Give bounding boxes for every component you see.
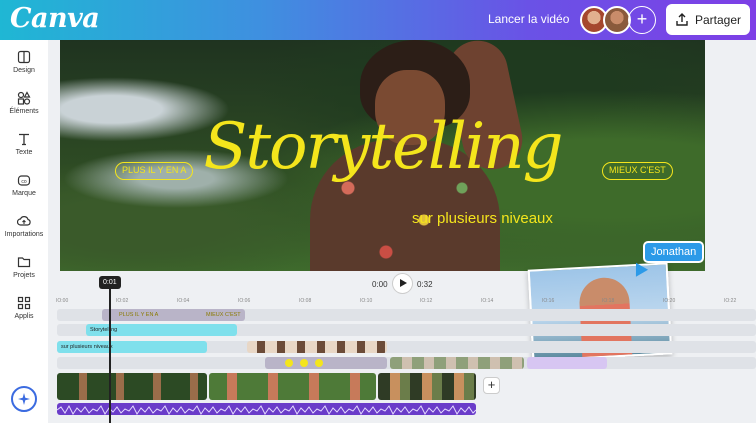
photo-strip-track[interactable] xyxy=(247,341,387,353)
timeline-ruler[interactable]: IO:00 IO:02 IO:04 IO:06 IO:08 IO:10 IO:1… xyxy=(56,298,756,308)
sidebar-item-apps[interactable]: Applis xyxy=(0,296,48,320)
left-sidebar: Design Éléments Texte co Marque Importat… xyxy=(0,40,48,423)
text-track-subtitle[interactable]: sur plusieurs niveaux xyxy=(57,341,207,353)
sidebar-item-design[interactable]: Design xyxy=(0,50,48,74)
current-time: 0:00 xyxy=(372,280,388,289)
ruler-tick: IO:00 xyxy=(56,298,69,304)
video-clip[interactable] xyxy=(378,373,476,400)
ruler-tick: IO:20 xyxy=(663,298,676,304)
ruler-tick: IO:18 xyxy=(602,298,615,304)
design-canvas[interactable]: Storytelling sur plusieurs niveaux PLUS … xyxy=(60,40,705,271)
magic-assistant-button[interactable] xyxy=(11,386,37,412)
empty-clip-slot[interactable] xyxy=(527,357,607,369)
track-label: PLUS IL Y EN A xyxy=(119,312,159,318)
total-duration: 0:32 xyxy=(417,280,433,289)
waveform-icon xyxy=(56,404,477,415)
sidebar-item-label: Marque xyxy=(12,190,36,197)
graphic-track[interactable] xyxy=(265,357,387,369)
pills-track[interactable]: PLUS IL Y EN A MIEUX C'EST xyxy=(102,309,245,321)
sun-sticker-icon xyxy=(315,359,323,367)
ruler-tick: IO:08 xyxy=(299,298,312,304)
ruler-tick: IO:02 xyxy=(116,298,129,304)
layout-icon xyxy=(17,50,31,64)
share-upload-icon xyxy=(676,12,688,26)
shapes-icon xyxy=(17,91,31,105)
sidebar-item-uploads[interactable]: Importations xyxy=(0,214,48,238)
ruler-tick: IO:06 xyxy=(238,298,251,304)
sidebar-item-label: Éléments xyxy=(9,108,39,115)
canvas-pill-right[interactable]: MIEUX C'EST xyxy=(602,162,673,180)
ruler-tick: IO:10 xyxy=(360,298,373,304)
ruler-tick: IO:04 xyxy=(177,298,190,304)
collaborator-avatar[interactable] xyxy=(603,6,631,34)
canvas-subtitle[interactable]: sur plusieurs niveaux xyxy=(412,210,553,227)
sidebar-item-label: Projets xyxy=(13,272,35,279)
sidebar-item-label: Applis xyxy=(14,313,34,320)
add-clip-button[interactable]: + xyxy=(483,377,500,394)
sidebar-item-projects[interactable]: Projets xyxy=(0,255,48,279)
sidebar-item-label: Design xyxy=(13,67,35,74)
apps-icon xyxy=(17,296,31,310)
top-bar: Canva Lancer la vidéo + Partager xyxy=(0,0,756,40)
track-label: sur plusieurs niveaux xyxy=(61,344,113,350)
sidebar-item-elements[interactable]: Éléments xyxy=(0,91,48,115)
video-clip[interactable] xyxy=(209,373,376,400)
launch-video-button[interactable]: Lancer la vidéo xyxy=(488,12,569,26)
ruler-tick: IO:22 xyxy=(724,298,737,304)
timeline-playhead[interactable] xyxy=(109,288,111,423)
sidebar-item-text[interactable]: Texte xyxy=(0,132,48,156)
sparkle-icon xyxy=(18,393,30,405)
add-collaborator-button[interactable]: + xyxy=(628,6,656,34)
ruler-tick: IO:14 xyxy=(481,298,494,304)
video-clip[interactable] xyxy=(57,373,207,400)
sidebar-item-label: Texte xyxy=(15,149,33,156)
folder-icon xyxy=(17,257,31,268)
canva-logo[interactable]: Canva xyxy=(10,3,100,34)
collaborator-name-tag: Jonathan xyxy=(643,241,705,263)
ruler-tick: IO:16 xyxy=(542,298,555,304)
track-label: Storytelling xyxy=(90,327,118,333)
track-label: MIEUX C'EST xyxy=(206,312,241,318)
sun-sticker-icon xyxy=(300,359,308,367)
sun-sticker-icon xyxy=(285,359,293,367)
play-button[interactable] xyxy=(393,274,412,293)
share-button[interactable]: Partager xyxy=(666,4,750,35)
sidebar-item-label: Importations xyxy=(4,231,44,238)
upload-icon xyxy=(17,216,31,226)
photo-strip-track[interactable] xyxy=(390,357,524,369)
brand-icon: co xyxy=(17,175,31,186)
audio-track[interactable] xyxy=(56,403,477,415)
ruler-tick: IO:12 xyxy=(420,298,433,304)
sidebar-item-brand[interactable]: co Marque xyxy=(0,173,48,197)
svg-text:co: co xyxy=(21,179,27,185)
canvas-pill-left[interactable]: PLUS IL Y EN A xyxy=(115,162,194,180)
text-icon xyxy=(19,133,29,146)
share-label: Partager xyxy=(695,12,742,27)
